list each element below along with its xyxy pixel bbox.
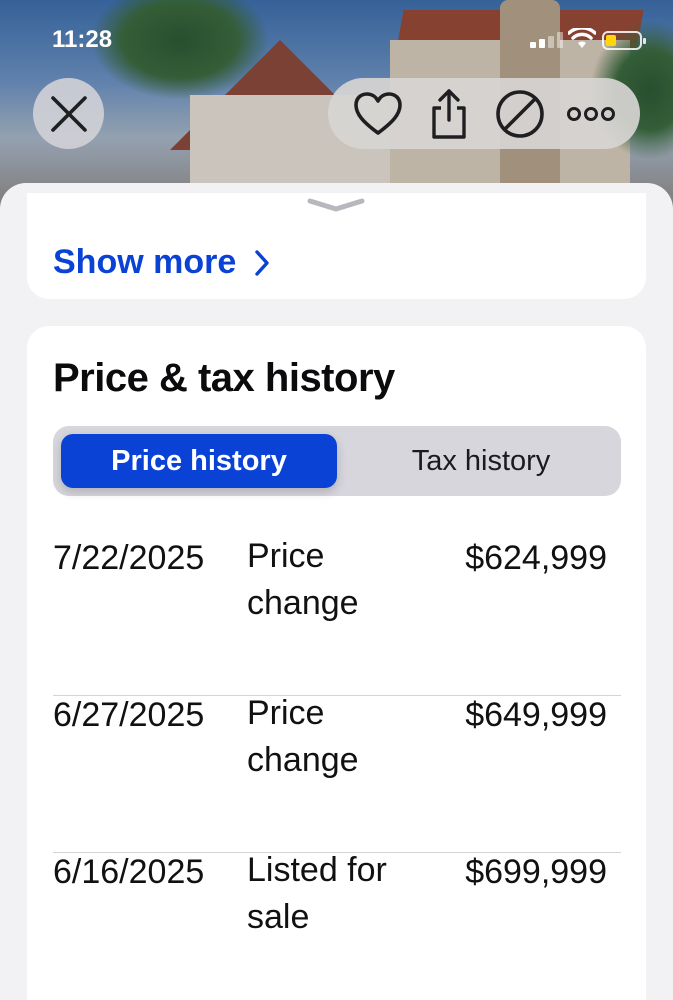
history-row: 7/22/2025 Price change $624,999 (53, 537, 621, 696)
close-button[interactable] (33, 78, 104, 149)
history-row: 6/27/2025 Price change $649,999 (53, 694, 621, 853)
more-button[interactable] (563, 86, 619, 142)
battery-nub (643, 38, 646, 44)
history-price: $624,999 (465, 539, 607, 577)
share-icon (431, 88, 466, 139)
history-date: 6/16/2025 (53, 853, 205, 891)
price-history-list: 7/22/2025 Price change $624,999 6/27/202… (53, 537, 621, 1000)
close-icon (50, 95, 87, 132)
grabber-icon[interactable] (306, 197, 366, 213)
details-sheet[interactable]: Show more Price & tax history Price hist… (0, 183, 673, 1000)
history-date: 6/27/2025 (53, 696, 205, 734)
history-price: $649,999 (465, 696, 607, 734)
status-time: 11:28 (52, 26, 113, 53)
share-button[interactable] (421, 86, 477, 142)
history-date: 7/22/2025 (53, 539, 205, 577)
price-tax-history-card: Price & tax history Price history Tax hi… (27, 326, 646, 1000)
history-row: 6/16/2025 Listed for sale $699,999 (53, 851, 621, 1000)
action-bar (328, 78, 640, 149)
battery-level (606, 35, 616, 46)
block-icon (495, 89, 544, 138)
status-bar: 11:28 (0, 0, 673, 80)
hide-button[interactable] (492, 86, 548, 142)
show-more-label: Show more (53, 243, 237, 281)
wifi-icon (568, 28, 596, 48)
chevron-right-icon (255, 249, 269, 276)
history-event: Listed for sale (247, 851, 387, 936)
more-icon (566, 106, 615, 121)
show-more-link[interactable]: Show more (53, 243, 270, 282)
cellular-signal-icon (530, 32, 563, 48)
tab-tax-history[interactable]: Tax history (349, 434, 613, 488)
battery-icon (602, 31, 646, 50)
history-event: Price change (247, 694, 359, 779)
tab-price-history[interactable]: Price history (61, 434, 337, 488)
history-segmented-control: Price history Tax history (53, 426, 621, 496)
history-event: Price change (247, 537, 359, 622)
heart-icon (353, 91, 402, 135)
section-title: Price & tax history (53, 356, 395, 400)
history-price: $699,999 (465, 853, 607, 891)
save-button[interactable] (350, 86, 406, 142)
